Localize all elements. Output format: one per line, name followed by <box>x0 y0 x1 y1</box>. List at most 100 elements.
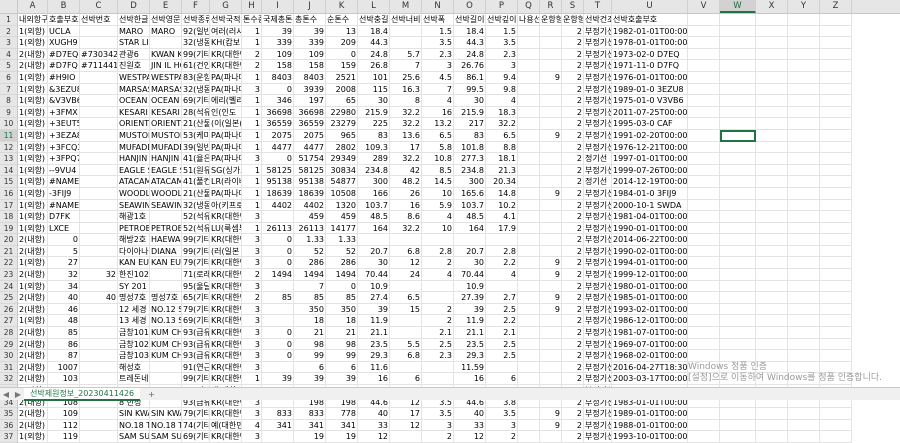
cell-o7[interactable]: 99.5 <box>454 83 486 96</box>
cell-k26[interactable]: 350 <box>326 303 358 316</box>
cell-f21[interactable]: 99(기타선 <box>182 245 210 258</box>
cell-w35[interactable] <box>720 408 756 420</box>
cell-t11[interactable]: 부정기선 <box>584 129 612 142</box>
column-header-o[interactable]: O <box>454 0 486 13</box>
cell-u8[interactable]: 1975-01-0 V3VB6 <box>612 95 688 107</box>
cell-w29[interactable] <box>720 338 756 351</box>
cell-a35[interactable]: 2(내항) <box>18 408 48 420</box>
cell-w7[interactable] <box>720 83 756 96</box>
cell-c2[interactable] <box>80 25 118 38</box>
cell-k4[interactable]: 0 <box>326 48 358 61</box>
cell-o5[interactable]: 26.76 <box>454 60 486 72</box>
cell-x16[interactable] <box>756 187 788 200</box>
cell-n36[interactable]: 3 <box>422 419 454 432</box>
cell-u3[interactable]: 1978-01-01T00:00:00+09:00 <box>612 37 688 49</box>
cell-e13[interactable]: HANJIN LO <box>150 153 182 165</box>
cell-m15[interactable]: 48.2 <box>390 176 422 188</box>
cell-o36[interactable]: 33 <box>454 419 486 432</box>
cell-l32[interactable]: 16 <box>358 373 390 385</box>
cell-b32[interactable]: 103 <box>48 373 80 385</box>
cell-d12[interactable]: MUFADD <box>118 141 150 154</box>
cell-n15[interactable]: 14.5 <box>422 176 454 188</box>
cell-n12[interactable]: 5.8 <box>422 141 454 154</box>
cell-p10[interactable]: 32.2 <box>486 118 518 130</box>
cell-l37[interactable]: 12 <box>358 431 390 443</box>
cell-p35[interactable]: 3.5 <box>486 408 518 420</box>
cell-s24[interactable]: 2 <box>562 280 584 293</box>
cell-g15[interactable]: LR(라이베 <box>210 176 242 188</box>
cell-v6[interactable] <box>688 71 720 84</box>
cell-c27[interactable] <box>80 315 118 328</box>
cell-g10[interactable]: (이(일본( <box>210 118 242 130</box>
cell-s8[interactable]: 2 <box>562 95 584 107</box>
column-header-v[interactable]: V <box>688 0 720 13</box>
cell-b30[interactable]: 87 <box>48 350 80 362</box>
cell-v18[interactable] <box>688 211 720 223</box>
cell-x25[interactable] <box>756 292 788 304</box>
cell-r10[interactable] <box>540 118 562 130</box>
row-header[interactable]: 5 <box>0 60 17 72</box>
cell-x23[interactable] <box>756 269 788 281</box>
cell-e22[interactable]: KAN EUY <box>150 257 182 270</box>
cell-p17[interactable]: 10.2 <box>486 199 518 212</box>
cell-k24[interactable]: 0 <box>326 280 358 293</box>
cell-j35[interactable]: 833 <box>294 408 326 420</box>
cell-a27[interactable]: 1(외항) <box>18 315 48 328</box>
cell-b10[interactable]: +3EUT5 <box>48 118 80 130</box>
cell-h30[interactable]: 3 <box>242 350 262 362</box>
cell-m5[interactable]: 7 <box>390 60 422 72</box>
cell-q19[interactable] <box>518 222 540 235</box>
cell-n21[interactable]: 2.8 <box>422 245 454 258</box>
cell-w37[interactable] <box>720 431 756 443</box>
cell-n28[interactable]: 2.1 <box>422 327 454 339</box>
cell-y2[interactable] <box>788 25 820 38</box>
cell-j4[interactable]: 109 <box>294 48 326 61</box>
row-header[interactable]: 24 <box>0 281 17 293</box>
cell-g27[interactable]: KR(대한민 <box>210 315 242 328</box>
cell-h1[interactable]: 톤수증서구분 <box>242 14 262 26</box>
cell-b37[interactable]: 119 <box>48 431 80 443</box>
cell-g18[interactable]: KR(대한민 <box>210 211 242 223</box>
row-header[interactable]: 20 <box>0 234 17 246</box>
cell-o35[interactable]: 40 <box>454 408 486 420</box>
cell-f22[interactable]: 79(기타 <box>182 257 210 270</box>
cell-l14[interactable]: 234.8 <box>358 164 390 177</box>
cell-p26[interactable]: 2.5 <box>486 303 518 316</box>
cell-q8[interactable] <box>518 95 540 107</box>
cell-l11[interactable]: 83 <box>358 129 390 142</box>
cell-l15[interactable]: 300 <box>358 176 390 188</box>
cell-j37[interactable]: 19 <box>294 431 326 443</box>
cell-s21[interactable]: 2 <box>562 245 584 258</box>
cell-b18[interactable]: D7FK <box>48 211 80 223</box>
cell-r27[interactable] <box>540 315 562 328</box>
cell-p16[interactable]: 14.8 <box>486 187 518 200</box>
cell-m11[interactable]: 13.6 <box>390 129 422 142</box>
cell-q5[interactable] <box>518 60 540 72</box>
cell-o16[interactable]: 165.6 <box>454 187 486 200</box>
cell-s15[interactable]: 2 <box>562 176 584 188</box>
cell-q7[interactable] <box>518 83 540 96</box>
cell-g8[interactable]: 에리(벨리즈 <box>210 95 242 107</box>
cell-f26[interactable]: 79(기타 <box>182 303 210 316</box>
cell-v24[interactable] <box>688 280 720 293</box>
cell-l26[interactable]: 39 <box>358 303 390 316</box>
cell-l3[interactable]: 44.3 <box>358 37 390 49</box>
cell-y7[interactable] <box>788 83 820 96</box>
cell-m21[interactable]: 6.8 <box>390 245 422 258</box>
cell-d23[interactable]: 한진102호 <box>118 269 150 281</box>
cell-u12[interactable]: 1976-12-21T00:00:00+09:00 <box>612 141 688 154</box>
row-header[interactable]: 2 <box>0 26 17 38</box>
cell-g6[interactable]: PA(파나마 <box>210 71 242 84</box>
cell-r19[interactable] <box>540 222 562 235</box>
cell-z12[interactable] <box>820 141 852 154</box>
cell-h35[interactable]: 3 <box>242 408 262 420</box>
cell-f8[interactable]: 69(기타 <box>182 95 210 107</box>
cell-i20[interactable]: 0 <box>262 234 294 246</box>
cell-d29[interactable]: 금창102호 <box>118 338 150 351</box>
cell-n8[interactable]: 4 <box>422 95 454 107</box>
cell-i5[interactable]: 158 <box>262 60 294 72</box>
cell-t16[interactable]: 부정기선 <box>584 187 612 200</box>
cell-d13[interactable]: HANJIN LO <box>118 153 150 165</box>
cell-x26[interactable] <box>756 303 788 316</box>
cell-z36[interactable] <box>820 419 852 432</box>
